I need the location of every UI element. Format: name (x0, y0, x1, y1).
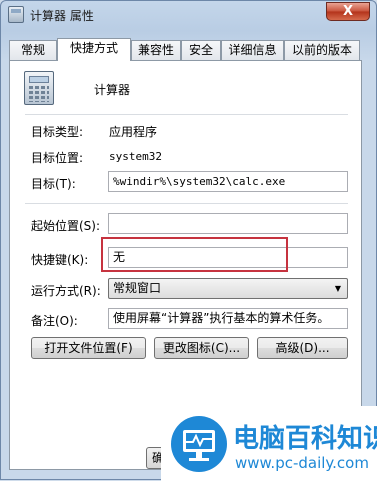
calculator-icon (8, 6, 24, 23)
watermark-url: www.pc-daily.com (235, 454, 369, 472)
target-location-label: 目标位置: (31, 151, 84, 165)
tab-previous-versions[interactable]: 以前的版本 (284, 40, 360, 60)
chevron-down-icon: ▼ (334, 284, 342, 293)
watermark: 电脑百科知识 www.pc-daily.com (161, 406, 377, 481)
window-title: 计算器 属性 (30, 9, 94, 23)
target-type-value: 应用程序 (109, 125, 158, 139)
title-bar[interactable]: 计算器 属性 X (1, 1, 376, 29)
tab-general[interactable]: 常规 (9, 40, 57, 60)
target-type-label: 目标类型: (31, 125, 84, 139)
run-select[interactable]: 常规窗口 ▼ (108, 278, 348, 299)
tab-shortcut[interactable]: 快捷方式 (57, 38, 131, 61)
tab-security[interactable]: 安全 (181, 40, 221, 60)
advanced-button[interactable]: 高级(D)... (257, 337, 348, 359)
target-location-value: system32 (109, 150, 162, 163)
tab-details[interactable]: 详细信息 (221, 40, 284, 60)
target-input[interactable]: %windir%\system32\calc.exe (108, 171, 348, 192)
change-icon-button[interactable]: 更改图标(C)... (154, 337, 249, 359)
comment-input[interactable]: 使用屏幕“计算器”执行基本的算术任务。 (108, 308, 348, 329)
watermark-title: 电脑百科知识 (233, 424, 377, 454)
run-label: 运行方式(R): (31, 284, 101, 298)
start-in-input[interactable] (108, 213, 348, 234)
divider (25, 114, 348, 115)
tab-bar: 常规 快捷方式 兼容性 安全 详细信息 以前的版本 (9, 38, 362, 61)
open-file-location-button[interactable]: 打开文件位置(F) (31, 337, 146, 359)
computer-monitor-logo-icon (171, 416, 227, 472)
run-select-value: 常规窗口 (113, 281, 162, 295)
hotkey-label: 快捷键(K): (31, 253, 89, 267)
shortcut-name: 计算器 (94, 83, 131, 97)
divider (25, 203, 348, 204)
hotkey-highlight-box (101, 237, 288, 272)
close-button[interactable]: X (326, 2, 370, 21)
comment-label: 备注(O): (31, 314, 78, 328)
calculator-large-icon (24, 71, 54, 105)
properties-window: 计算器 属性 X 常规 快捷方式 兼容性 安全 详细信息 以前的版本 计算器 目… (0, 0, 377, 481)
start-in-label: 起始位置(S): (31, 219, 101, 233)
tab-compatibility[interactable]: 兼容性 (131, 40, 181, 60)
target-label: 目标(T): (31, 177, 76, 191)
